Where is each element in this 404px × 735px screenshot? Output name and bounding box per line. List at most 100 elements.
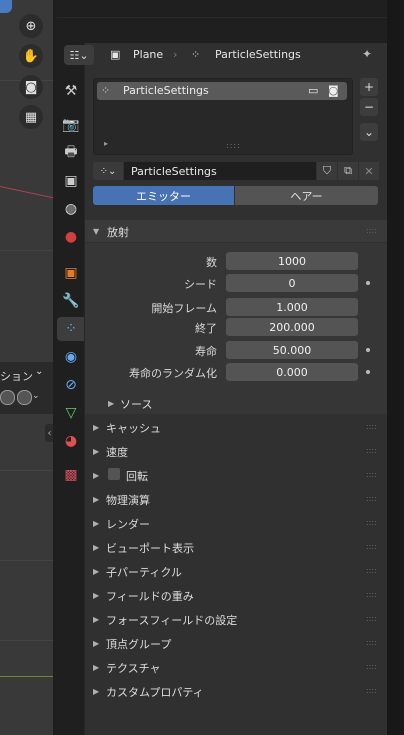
- subpanel-source[interactable]: ソース: [120, 396, 152, 412]
- chevron-down-icon: ▼: [93, 227, 100, 236]
- active-tool-indicator: [0, 0, 12, 13]
- chevron-right-icon: ▶: [93, 519, 100, 528]
- panel-header[interactable]: [85, 440, 387, 462]
- monitor-icon[interactable]: ▭: [308, 84, 318, 97]
- panel-title: 速度: [106, 446, 128, 459]
- zoom-icon[interactable]: ⊕: [19, 14, 43, 38]
- number-field[interactable]: 1.000: [226, 298, 358, 316]
- panel-title: キャッシュ: [106, 422, 161, 435]
- drag-handle-icon[interactable]: ::::: [366, 422, 377, 431]
- fake-user-icon[interactable]: ⛉: [317, 162, 337, 180]
- pin-icon[interactable]: ✦: [362, 47, 372, 61]
- unlink-icon[interactable]: ✕: [359, 162, 379, 180]
- drag-handle-icon[interactable]: ::::: [366, 470, 377, 479]
- keyframe-dot-icon[interactable]: [366, 281, 370, 285]
- browse-datablock-button[interactable]: ⁘⌄: [93, 162, 123, 180]
- expand-arrow-icon[interactable]: ▸: [104, 139, 108, 148]
- editor-type-dropdown[interactable]: ☷⌄: [64, 45, 94, 65]
- keyframe-dot-icon[interactable]: [366, 348, 370, 352]
- hand-pan-icon[interactable]: ✋: [19, 44, 43, 68]
- particles-icon: ⁘: [101, 84, 111, 97]
- panel-title: 回転: [126, 470, 148, 483]
- keyframe-dot-icon[interactable]: [366, 370, 370, 374]
- drag-handle-icon[interactable]: ::::: [366, 518, 377, 527]
- number-field[interactable]: 50.000: [226, 341, 358, 359]
- panel-title: 頂点グループ: [106, 638, 172, 651]
- panel-emission-header[interactable]: [85, 220, 387, 242]
- field-label: 開始フレーム: [151, 302, 217, 315]
- drag-handle-icon[interactable]: ::::: [366, 590, 377, 599]
- number-field[interactable]: 0: [226, 274, 358, 292]
- tab-emitter[interactable]: エミッター: [93, 186, 234, 205]
- panel-emission-title: 放射: [107, 226, 129, 239]
- object-icon[interactable]: ▣: [57, 261, 85, 285]
- chevron-right-icon: ▶: [93, 495, 100, 504]
- duplicate-icon[interactable]: ⧉: [338, 162, 358, 180]
- field-label: 寿命のランダム化: [129, 367, 217, 380]
- chevron-down-icon[interactable]: ⌄: [32, 391, 40, 401]
- chevron-right-icon: ▶: [93, 471, 100, 480]
- resize-grip-icon[interactable]: ::::: [226, 141, 241, 150]
- render-icon[interactable]: 📷: [57, 113, 85, 137]
- field-label: 数: [206, 256, 217, 269]
- field-label: 寿命: [195, 345, 217, 358]
- tab-hair[interactable]: ヘアー: [235, 186, 378, 205]
- shading-solid-icon[interactable]: [0, 390, 15, 405]
- rotation-checkbox[interactable]: [108, 468, 120, 480]
- area-top: [53, 0, 387, 43]
- grid-icon[interactable]: ▦: [19, 105, 43, 129]
- remove-slot-button[interactable]: −: [360, 98, 378, 116]
- drag-handle-icon[interactable]: ::::: [366, 226, 377, 235]
- number-field[interactable]: 0.000: [226, 363, 358, 381]
- grid-line: [0, 250, 53, 251]
- panel-title: テクスチャ: [106, 662, 161, 675]
- interaction-mode-dropdown[interactable]: ション: [0, 368, 33, 384]
- chevron-right-icon: ▶: [108, 399, 115, 408]
- world-icon[interactable]: ●: [57, 225, 85, 249]
- scene-icon[interactable]: ◍: [57, 197, 85, 221]
- chevron-right-icon: ▶: [93, 447, 100, 456]
- camera-icon[interactable]: ◙: [328, 84, 339, 97]
- field-label: シード: [184, 278, 217, 291]
- add-slot-button[interactable]: +: [360, 78, 378, 96]
- datablock-name-field[interactable]: ParticleSettings: [124, 162, 316, 180]
- breadcrumb-object: Plane: [133, 48, 164, 61]
- chevron-right-icon: ▶: [93, 615, 100, 624]
- shading-material-icon[interactable]: [17, 390, 32, 405]
- view-layer-icon[interactable]: ▣: [57, 169, 85, 193]
- number-field[interactable]: 200.000: [226, 318, 358, 336]
- chevron-right-icon: ▶: [93, 663, 100, 672]
- camera-icon[interactable]: ◙: [19, 75, 43, 99]
- tool-icon[interactable]: ⚒: [57, 79, 85, 103]
- drag-handle-icon[interactable]: ::::: [366, 638, 377, 647]
- divider: [57, 17, 387, 18]
- data-icon[interactable]: ▽: [57, 401, 85, 425]
- panel-title: フォースフィールドの設定: [106, 614, 238, 627]
- list-item-label: ParticleSettings: [123, 84, 209, 97]
- field-label: 終了: [195, 322, 217, 335]
- modifier-icon[interactable]: 🔧: [57, 289, 85, 313]
- constraints-icon[interactable]: ⊘: [57, 373, 85, 397]
- drag-handle-icon[interactable]: ::::: [366, 662, 377, 671]
- drag-handle-icon[interactable]: ::::: [366, 686, 377, 695]
- drag-handle-icon[interactable]: ::::: [366, 614, 377, 623]
- drag-handle-icon[interactable]: ::::: [366, 542, 377, 551]
- grid-line: [0, 470, 53, 471]
- panel-title: レンダー: [106, 518, 150, 531]
- material-icon[interactable]: ◕: [57, 429, 85, 453]
- chevron-right-icon: ▶: [93, 567, 100, 576]
- texture-icon[interactable]: ▩: [57, 463, 85, 487]
- physics-icon[interactable]: ◉: [57, 345, 85, 369]
- specials-menu-button[interactable]: ⌄: [360, 123, 378, 141]
- panel-title: 物理演算: [106, 494, 150, 507]
- grid-line: [0, 560, 53, 561]
- shading-buttons: [0, 390, 32, 405]
- output-icon[interactable]: 🖶: [57, 141, 85, 165]
- panel-title: フィールドの重み: [106, 590, 194, 603]
- breadcrumb-separator: ›: [173, 48, 178, 61]
- drag-handle-icon[interactable]: ::::: [366, 494, 377, 503]
- drag-handle-icon[interactable]: ::::: [366, 446, 377, 455]
- number-field[interactable]: 1000: [226, 252, 358, 270]
- particles-icon[interactable]: ⁘: [57, 317, 85, 341]
- drag-handle-icon[interactable]: ::::: [366, 566, 377, 575]
